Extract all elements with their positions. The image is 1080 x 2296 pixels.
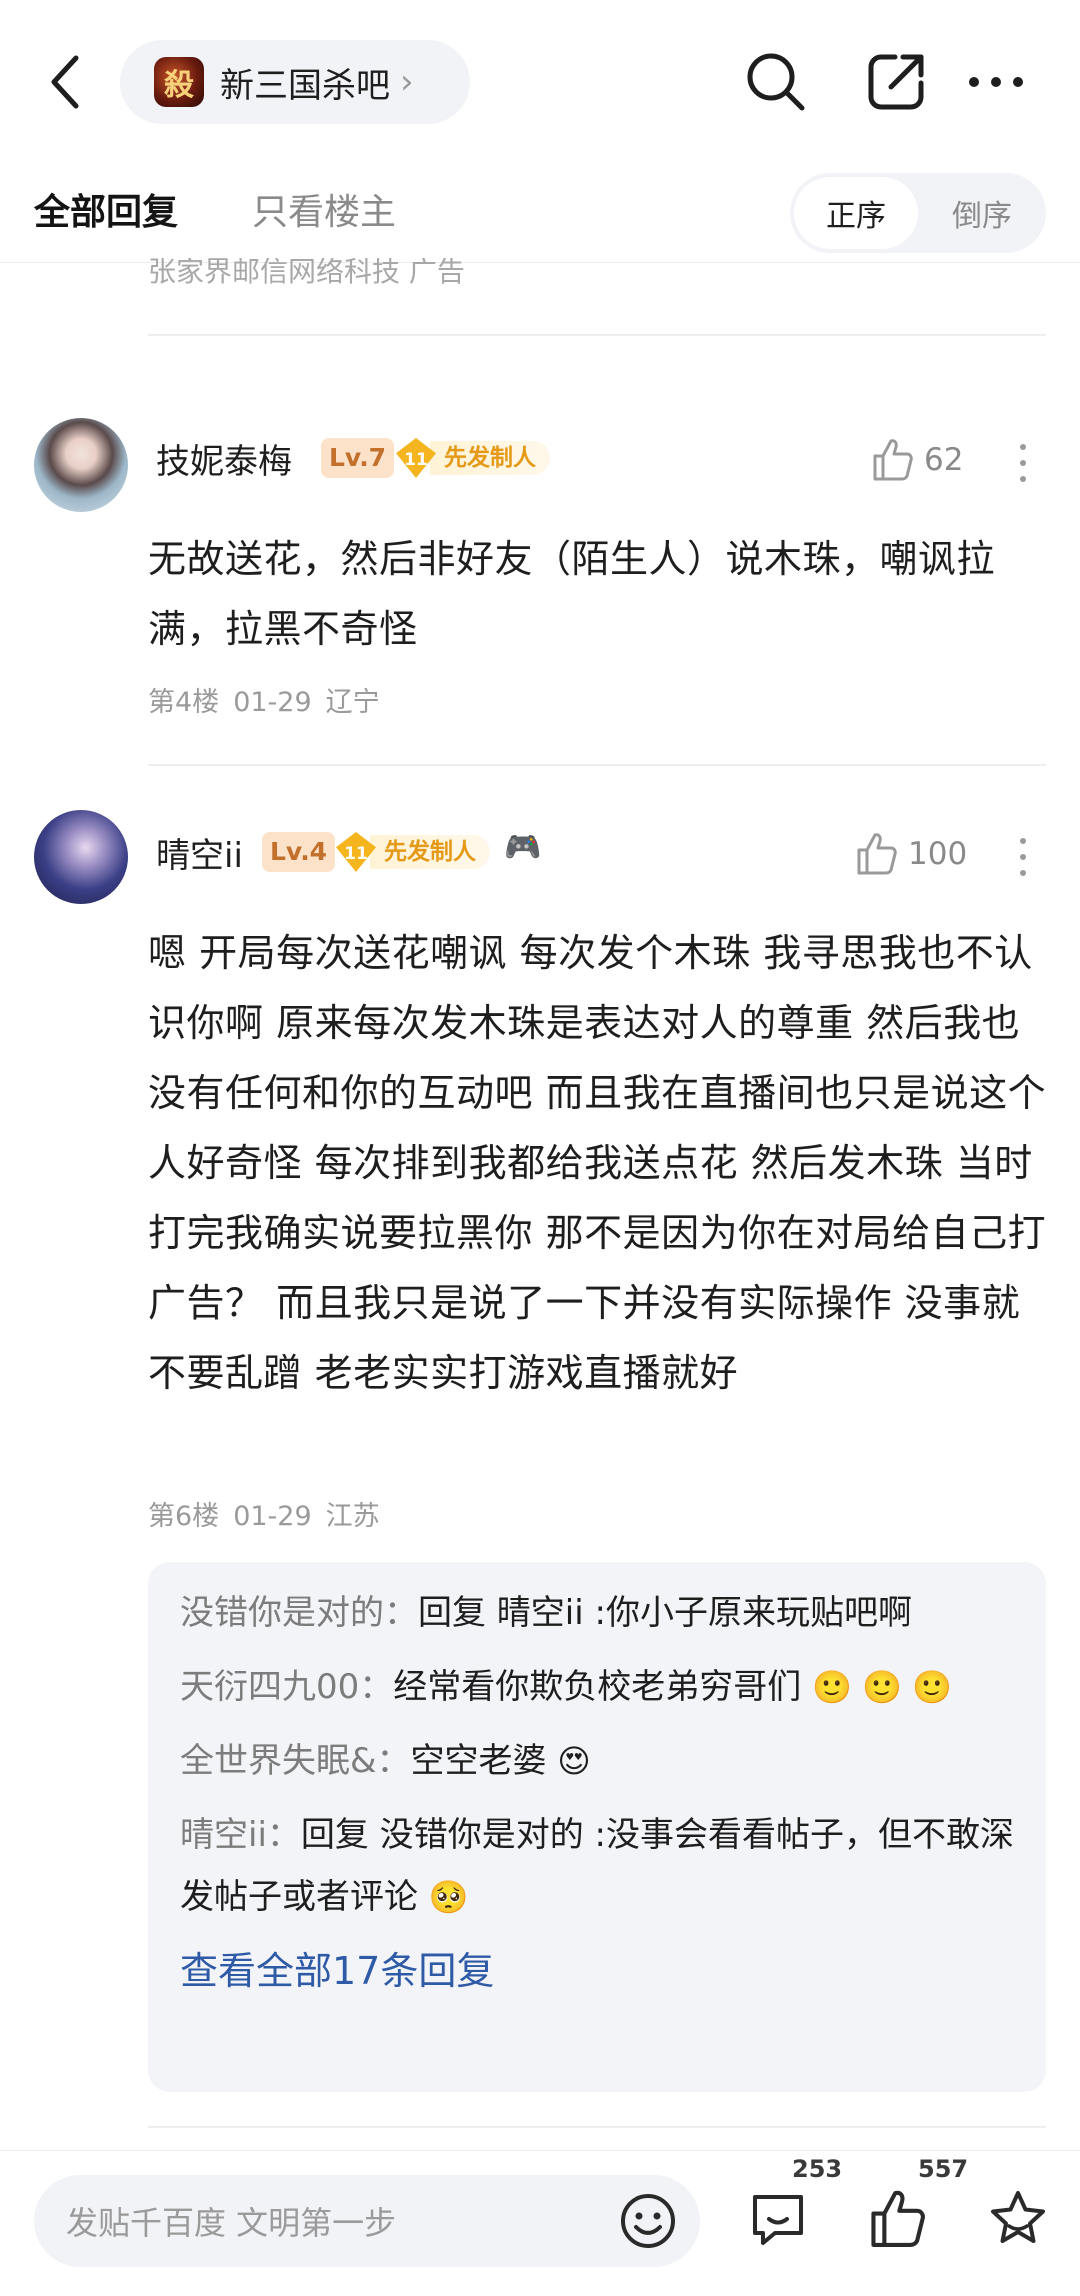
like-button[interactable]: 62 xyxy=(872,438,963,482)
post-content: 嗯 开局每次送花嘲讽 每次发个木珠 我寻思我也不认识你啊 原来每次发木珠是表达对… xyxy=(148,931,1047,1395)
top-bar: 殺 新三国杀吧 › xyxy=(0,0,1080,165)
level-badge: Lv.4 xyxy=(262,832,336,872)
reply-text: 回复 没错你是对的 :没事会看看帖子，但不敢深发帖子或者评论 xyxy=(180,1815,1014,1917)
comment-button[interactable] xyxy=(738,2179,818,2259)
reply-text: 经常看你欺负校老弟穷哥们 xyxy=(393,1667,802,1707)
avatar[interactable] xyxy=(34,810,128,904)
chevron-right-icon: › xyxy=(400,62,414,102)
floor-number: 第6楼 xyxy=(148,1501,220,1532)
reply-user: 全世界失眠& xyxy=(180,1741,377,1781)
level-badge: Lv.7 xyxy=(321,438,395,478)
forum-logo: 殺 xyxy=(154,57,204,107)
divider xyxy=(148,764,1046,766)
favorite-button[interactable] xyxy=(978,2179,1058,2259)
reply-user: 晴空ii xyxy=(180,1815,267,1855)
floor-number: 第4楼 xyxy=(148,687,220,718)
achievement-badge: 11 先发制人 xyxy=(336,832,490,872)
post-meta: 第6楼 01-29 江苏 xyxy=(148,1494,394,1533)
more-options-icon[interactable] xyxy=(1008,832,1038,882)
forum-entry[interactable]: 殺 新三国杀吧 › xyxy=(120,40,470,124)
sort-descending-button[interactable]: 倒序 xyxy=(922,177,1042,249)
compose-input[interactable]: 发贴千百度 文明第一步 xyxy=(34,2175,700,2267)
more-options-icon[interactable] xyxy=(1008,438,1038,488)
search-button[interactable] xyxy=(736,40,816,124)
thumbs-up-icon xyxy=(857,833,897,875)
post-meta: 第4楼 01-29 辽宁 xyxy=(148,680,394,719)
sort-ascending-button[interactable]: 正序 xyxy=(794,177,918,249)
reply-user: 没错你是对的 xyxy=(180,1593,384,1633)
sub-replies: 没错你是对的：回复 晴空ii :你小子原来玩贴吧啊 天衍四九00：经常看你欺负校… xyxy=(148,1562,1046,2092)
comment-count: 253 xyxy=(792,2155,843,2183)
thumbs-up-icon xyxy=(873,439,913,481)
forum-name: 新三国杀吧 xyxy=(220,65,390,106)
divider xyxy=(148,2126,1046,2128)
compose-placeholder: 发贴千百度 文明第一步 xyxy=(66,2204,397,2242)
emoji-icon: 🥺 xyxy=(428,1878,469,1916)
like-count: 62 xyxy=(924,442,964,478)
like-post-button[interactable] xyxy=(858,2179,938,2259)
sub-reply[interactable]: 全世界失眠&：空空老婆 😍 xyxy=(180,1730,1014,1792)
post-location: 江苏 xyxy=(325,1501,380,1532)
back-arrow-icon xyxy=(51,55,79,109)
reply-text: 回复 晴空ii :你小子原来玩贴吧啊 xyxy=(418,1593,912,1633)
more-horizontal-icon xyxy=(969,77,1023,87)
emoji-face-icon[interactable] xyxy=(618,2191,678,2251)
badge-label: 先发制人 xyxy=(430,441,550,475)
username[interactable]: 技妮泰梅 xyxy=(156,434,292,483)
more-button[interactable] xyxy=(956,40,1036,124)
achievement-badge: 11 先发制人 xyxy=(396,438,550,478)
sort-order-switch: 正序 倒序 xyxy=(790,173,1046,253)
reply-text: 空空老婆 xyxy=(410,1741,547,1781)
like-button[interactable]: 100 xyxy=(856,832,967,876)
like-count: 557 xyxy=(918,2155,969,2183)
post-date: 01-29 xyxy=(233,1501,312,1532)
reply-user: 天衍四九00 xyxy=(180,1667,360,1707)
tab-owner-only[interactable]: 只看楼主 xyxy=(252,183,396,235)
sub-reply[interactable]: 天衍四九00：经常看你欺负校老弟穷哥们 🙂 🙂 🙂 xyxy=(180,1656,1014,1718)
post-location: 辽宁 xyxy=(325,687,380,718)
bottom-bar: 发贴千百度 文明第一步 253 557 xyxy=(0,2150,1080,2296)
star-icon xyxy=(991,2191,1045,2243)
divider xyxy=(148,334,1046,336)
search-icon xyxy=(747,53,805,111)
post-content: 无故送花，然后非好友（陌生人）说木珠，嘲讽拉满，拉黑不奇怪 xyxy=(148,537,996,651)
view-all-replies-link[interactable]: 查看全部17条回复 xyxy=(180,1940,1014,1995)
reply-filter-bar: 全部回复 只看楼主 正序 倒序 xyxy=(0,165,1080,263)
badge-label: 先发制人 xyxy=(370,835,490,869)
sub-reply[interactable]: 没错你是对的：回复 晴空ii :你小子原来玩贴吧啊 xyxy=(180,1582,1014,1644)
comment-icon xyxy=(753,2195,803,2245)
tab-all-replies[interactable]: 全部回复 xyxy=(34,183,178,235)
emoji-icon: 🙂 🙂 🙂 xyxy=(812,1668,952,1706)
share-button[interactable] xyxy=(856,40,936,124)
gamepad-icon: 🎮 xyxy=(504,830,542,865)
share-icon xyxy=(868,54,924,110)
thumbs-up-icon xyxy=(871,2190,925,2247)
like-count: 100 xyxy=(908,836,968,872)
avatar[interactable] xyxy=(34,418,128,512)
back-button[interactable] xyxy=(36,42,96,122)
post-date: 01-29 xyxy=(233,687,312,718)
sub-reply[interactable]: 晴空ii：回复 没错你是对的 :没事会看看帖子，但不敢深发帖子或者评论 🥺 xyxy=(180,1804,1014,1928)
emoji-icon: 😍 xyxy=(557,1742,591,1780)
username[interactable]: 晴空ii xyxy=(156,828,243,877)
